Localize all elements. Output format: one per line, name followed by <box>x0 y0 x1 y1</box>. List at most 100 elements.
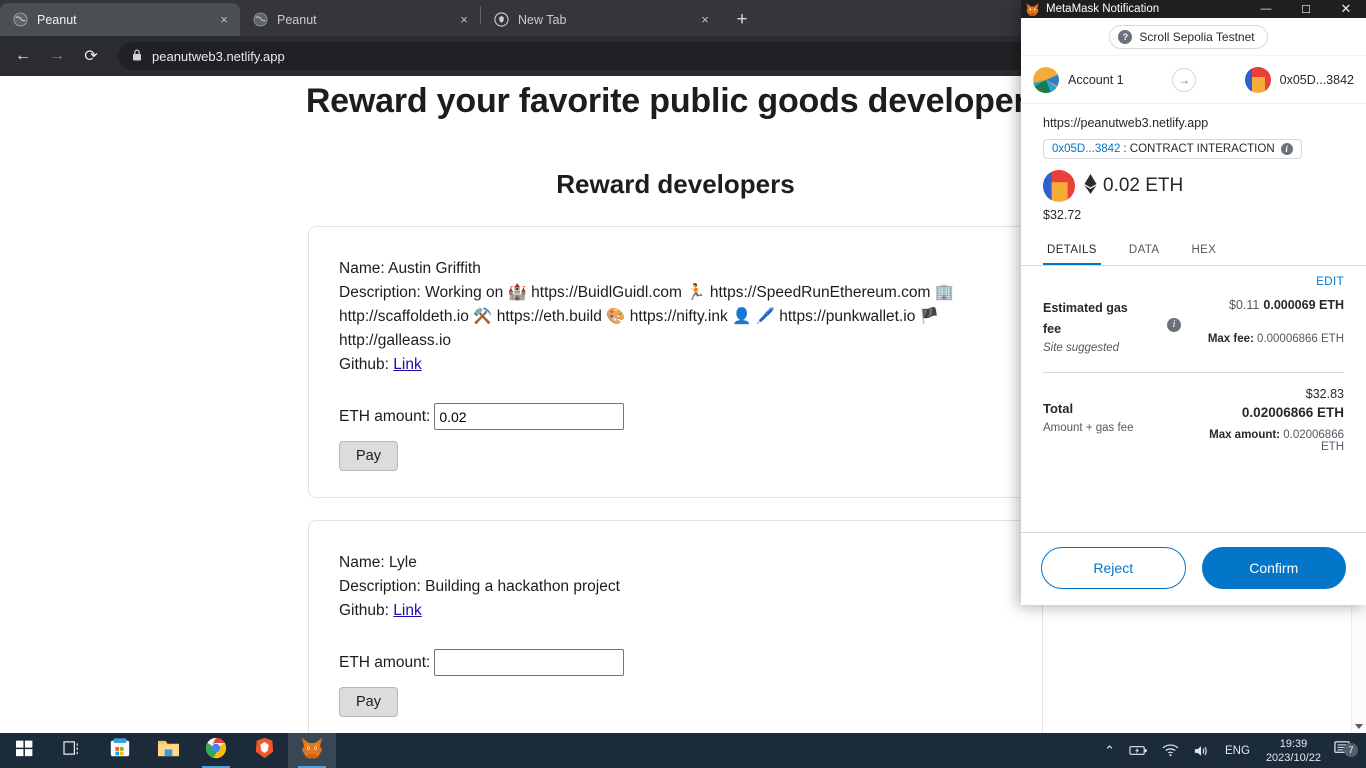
total-eth: 0.02006866 ETH <box>1241 405 1344 420</box>
chrome-icon <box>205 737 227 764</box>
brave-icon <box>493 12 509 28</box>
origin-url: https://peanutweb3.netlify.app <box>1043 116 1209 130</box>
reload-button[interactable]: ⟳ <box>76 41 106 71</box>
github-label: Github: <box>339 356 389 373</box>
eth-amount-input[interactable] <box>434 403 625 430</box>
confirm-button[interactable]: Confirm <box>1201 547 1346 589</box>
gas-fee-right: $0.11 0.000069 ETH Max fee: 0.00006866 ET… <box>1181 298 1344 354</box>
wifi-icon[interactable] <box>1155 733 1186 768</box>
from-account-avatar <box>1033 66 1059 93</box>
lock-icon <box>132 49 142 64</box>
pay-button[interactable]: Pay <box>339 687 398 717</box>
eth-amount-row: ETH amount: <box>339 403 1012 430</box>
system-tray: ⌃ ENG 19:39 2023/10/22 7 <box>1097 733 1366 768</box>
max-fee-row: Max fee: 0.00006866 ETH <box>1181 333 1344 345</box>
brave-lion-icon <box>254 737 275 764</box>
network-selector[interactable]: ? Scroll Sepolia Testnet <box>1109 24 1268 49</box>
close-icon[interactable]: × <box>456 12 472 28</box>
close-button[interactable]: ✕ <box>1326 0 1366 18</box>
eth-amount-label: ETH amount: <box>339 653 431 671</box>
language-indicator[interactable]: ENG <box>1217 745 1258 757</box>
pay-button[interactable]: Pay <box>339 441 398 471</box>
github-link[interactable]: Link <box>393 602 421 619</box>
browser-tab-title: New Tab <box>518 12 567 27</box>
github-label: Github: <box>339 602 389 619</box>
developer-github-row: Github: Link <box>339 353 1012 377</box>
developer-name: Name: Lyle <box>339 554 417 571</box>
amount-fiat: $32.72 <box>1043 208 1082 222</box>
microsoft-store-icon <box>109 737 131 764</box>
microsoft-store-button[interactable] <box>96 733 144 768</box>
tab-details[interactable]: DETAILS <box>1043 236 1101 265</box>
total-left: Total Amount + gas fee <box>1043 387 1183 453</box>
developer-card: Name: Lyle Description: Building a hacka… <box>308 520 1043 733</box>
developer-description: Description: Building a hackathon projec… <box>339 578 620 595</box>
close-icon[interactable]: × <box>216 12 232 28</box>
metamask-footer: Reject Confirm <box>1021 532 1366 605</box>
close-icon[interactable]: × <box>697 12 713 28</box>
metamask-notification-window: MetaMask Notification — ☐ ✕ ? Scroll Sep… <box>1021 0 1366 605</box>
brave-button[interactable] <box>240 733 288 768</box>
task-view-icon <box>62 740 82 762</box>
gas-info-icon[interactable]: i <box>1167 318 1181 332</box>
notification-center-button[interactable]: 7 <box>1329 740 1362 762</box>
show-hidden-icons-button[interactable]: ⌃ <box>1097 733 1122 768</box>
from-account-name: Account 1 <box>1068 72 1124 87</box>
amount-row: 0.02 ETH <box>1043 170 1344 202</box>
developer-github-row: Github: Link <box>339 599 1012 623</box>
edit-gas-button[interactable]: EDIT <box>1043 276 1344 288</box>
from-account[interactable]: Account 1 <box>1033 66 1124 93</box>
eth-amount-row: ETH amount: <box>339 649 1012 676</box>
battery-icon[interactable] <box>1122 733 1155 768</box>
forward-button[interactable]: → <box>42 41 72 71</box>
to-account-address: 0x05D...3842 <box>1279 72 1354 87</box>
browser-tab-1[interactable]: Peanut × <box>240 3 480 36</box>
info-icon[interactable]: i <box>1280 143 1293 155</box>
total-subtitle: Amount + gas fee <box>1043 422 1134 434</box>
browser-tab-title: Peanut <box>37 12 77 27</box>
folder-icon <box>157 738 180 763</box>
metamask-button[interactable] <box>288 733 336 768</box>
chrome-button[interactable] <box>192 733 240 768</box>
new-tab-button[interactable]: + <box>727 5 757 33</box>
developer-name: Name: Austin Griffith <box>339 260 481 277</box>
token-avatar <box>1043 170 1075 202</box>
origin-block: https://peanutweb3.netlify.app 0x05D...3… <box>1021 104 1366 222</box>
windows-logo-icon <box>15 740 33 762</box>
reject-button[interactable]: Reject <box>1041 547 1186 589</box>
peanut-globe-icon <box>12 12 28 28</box>
max-fee-label: Max fee: <box>1207 333 1254 345</box>
browser-tab-title: Peanut <box>277 12 317 27</box>
max-amount-label: Max amount: <box>1209 429 1281 441</box>
details-panel: EDIT Estimated gas fee Site suggested i … <box>1021 266 1366 532</box>
file-explorer-button[interactable] <box>144 733 192 768</box>
to-account[interactable]: 0x05D...3842 <box>1244 66 1354 93</box>
gas-fee-block: Estimated gas fee Site suggested i $0.11… <box>1043 298 1344 354</box>
contract-interaction-pill: 0x05D...3842 : CONTRACT INTERACTION i <box>1043 139 1302 159</box>
browser-tab-0[interactable]: Peanut × <box>0 3 240 36</box>
total-right: $32.83 0.02006866 ETH Max amount: 0.0200… <box>1183 387 1344 453</box>
minimize-button[interactable]: — <box>1246 0 1286 18</box>
max-fee-value: 0.00006866 ETH <box>1257 333 1344 345</box>
tab-hex[interactable]: HEX <box>1187 236 1220 265</box>
address-bar-url: peanutweb3.netlify.app <box>152 48 285 64</box>
browser-tab-2[interactable]: New Tab × <box>481 3 721 36</box>
total-fiat: $32.83 <box>1305 387 1344 401</box>
tab-data[interactable]: DATA <box>1125 236 1164 265</box>
peanut-globe-icon <box>252 12 268 28</box>
clock[interactable]: 19:39 2023/10/22 <box>1258 737 1329 765</box>
maximize-button[interactable]: ☐ <box>1286 0 1326 18</box>
volume-icon[interactable] <box>1186 733 1217 768</box>
github-link[interactable]: Link <box>393 356 421 373</box>
max-amount-value: 0.02006866 ETH <box>1283 429 1344 453</box>
chevron-down-icon[interactable] <box>1355 724 1363 729</box>
accounts-row: Account 1 → 0x05D...3842 <box>1021 56 1366 104</box>
back-button[interactable]: ← <box>8 41 38 71</box>
gas-fee-subtitle: Site suggested <box>1043 342 1120 354</box>
network-name: Scroll Sepolia Testnet <box>1139 29 1255 44</box>
metamask-fox-icon <box>300 737 324 764</box>
start-button[interactable] <box>0 733 48 768</box>
task-view-button[interactable] <box>48 733 96 768</box>
amount-eth: 0.02 ETH <box>1103 175 1184 196</box>
eth-amount-input[interactable] <box>434 649 625 676</box>
